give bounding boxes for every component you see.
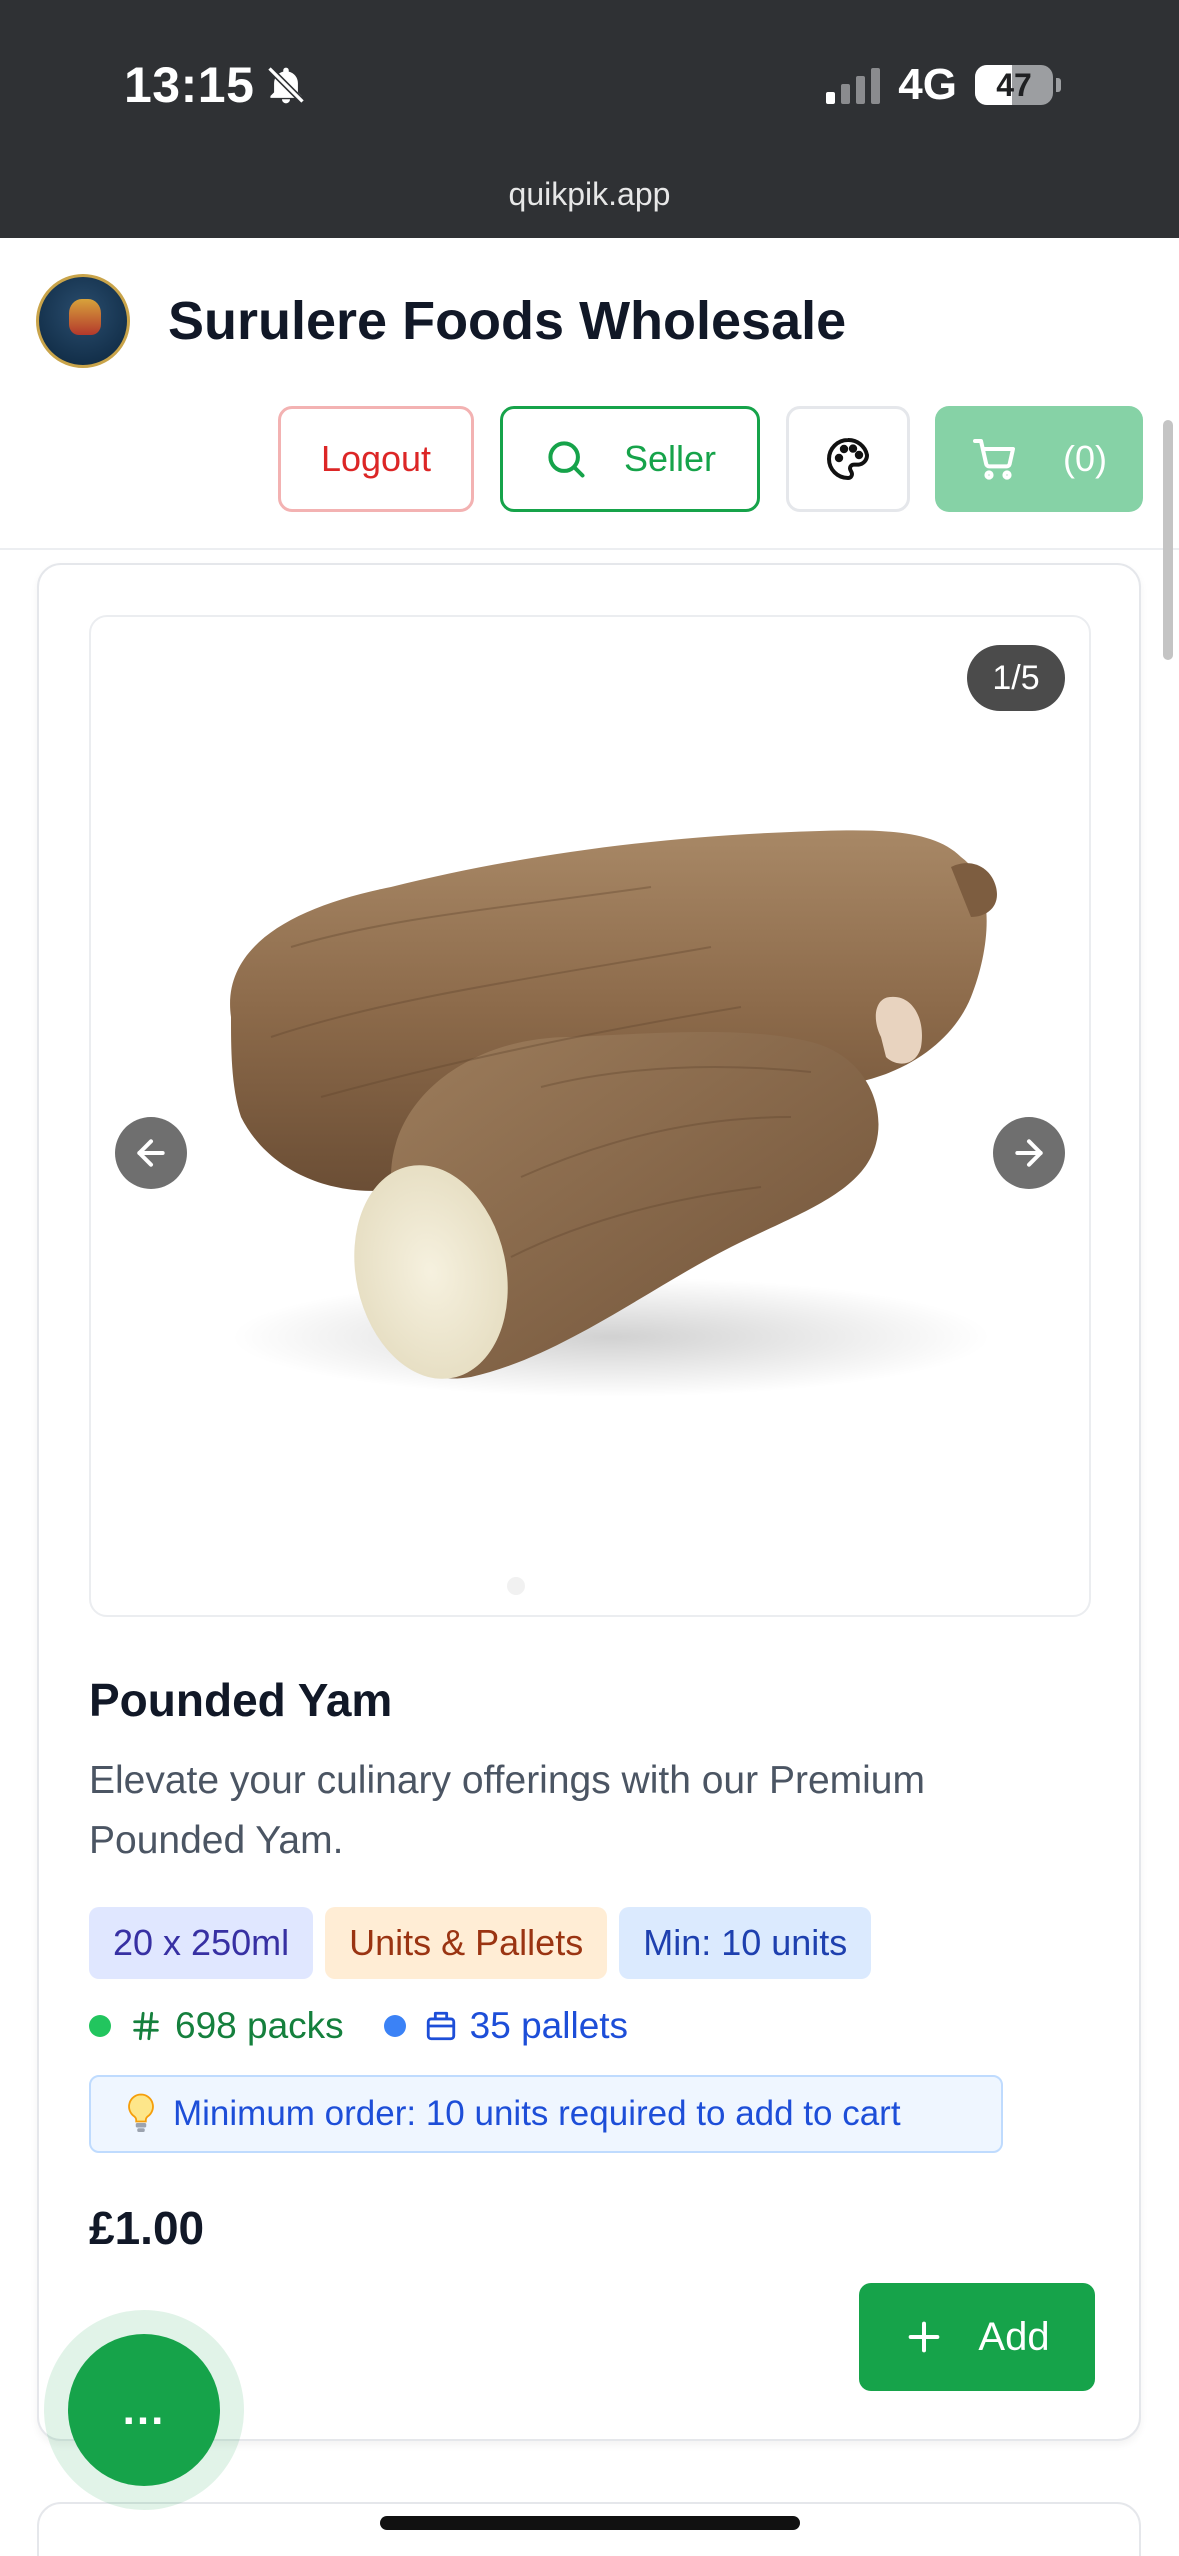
status-time-text: 13:15	[124, 57, 255, 113]
next-image-button[interactable]	[993, 1117, 1065, 1189]
pallets-count: 35 pallets	[469, 2005, 629, 2046]
store-name: Surulere Foods Wholesale	[168, 291, 847, 351]
palette-icon	[827, 437, 869, 480]
product-card: 1/5 Pounded Yam Elevate your culinary of…	[37, 563, 1141, 2441]
seller-button[interactable]: Seller	[500, 406, 760, 512]
min-order-text: Minimum order: 10 units required to add …	[173, 2094, 901, 2133]
scrollbar[interactable]	[1163, 420, 1173, 660]
cart-icon	[973, 439, 1015, 480]
signal-icon	[826, 66, 881, 104]
logout-label: Logout	[320, 438, 432, 479]
status-bar: 13:15 4G 47 quikpik.app	[0, 0, 1179, 238]
product-title: Pounded Yam	[89, 1674, 393, 1726]
pallets-stock: 35 pallets	[424, 2005, 628, 2047]
min-order-notice: Minimum order: 10 units required to add …	[89, 2075, 1003, 2153]
status-time: 13:15	[124, 56, 308, 114]
pallets-status-dot	[383, 2015, 406, 2037]
battery-level: 47	[996, 66, 1032, 103]
theme-button[interactable]	[786, 406, 910, 512]
lightbulb-icon	[128, 2093, 154, 2132]
arrow-left-icon	[137, 1139, 165, 1167]
arrow-right-icon	[1015, 1139, 1043, 1167]
store-logo[interactable]	[36, 274, 130, 368]
carousel-dot[interactable]	[507, 1577, 525, 1595]
hash-icon	[133, 2011, 159, 2041]
browser-url[interactable]: quikpik.app	[0, 176, 1179, 213]
plus-icon	[909, 2321, 940, 2353]
add-label: Add	[978, 2314, 1050, 2359]
stock-info: 698 packs 35 pallets	[89, 2005, 628, 2047]
more-actions-button[interactable]: ...	[68, 2334, 220, 2486]
cart-count: (0)	[1063, 438, 1107, 479]
seller-label: Seller	[623, 438, 717, 479]
logout-button[interactable]: Logout	[278, 406, 474, 512]
tag-units: Units & Pallets	[325, 1907, 608, 1979]
battery-icon: 47	[975, 65, 1053, 105]
product-gallery[interactable]: 1/5	[89, 615, 1091, 1617]
prev-image-button[interactable]	[115, 1117, 187, 1189]
product-description: Elevate your culinary offerings with our…	[89, 1759, 925, 1862]
tag-pack-size: 20 x 250ml	[89, 1907, 314, 1979]
box-icon	[426, 2011, 455, 2041]
bell-off-icon	[267, 66, 306, 104]
tag-minimum: Min: 10 units	[619, 1907, 872, 1979]
packs-count: 698 packs	[175, 2005, 344, 2046]
home-indicator[interactable]	[380, 2516, 800, 2530]
image-counter: 1/5	[967, 645, 1065, 711]
packs-status-dot	[89, 2015, 111, 2037]
packs-stock: 698 packs	[129, 2005, 344, 2047]
add-to-cart-button[interactable]: Add	[859, 2283, 1095, 2391]
app-header: Surulere Foods Wholesale Logout Seller (…	[0, 238, 1179, 550]
network-type: 4G	[898, 60, 957, 109]
more-icon: ...	[122, 2385, 166, 2434]
product-price: £1.00	[89, 2202, 205, 2254]
search-icon	[548, 441, 585, 478]
status-right: 4G 47	[826, 60, 1061, 110]
product-tags: 20 x 250ml Units & Pallets Min: 10 units	[89, 1907, 872, 1979]
product-image	[230, 830, 997, 1397]
cart-button[interactable]: (0)	[935, 406, 1143, 512]
